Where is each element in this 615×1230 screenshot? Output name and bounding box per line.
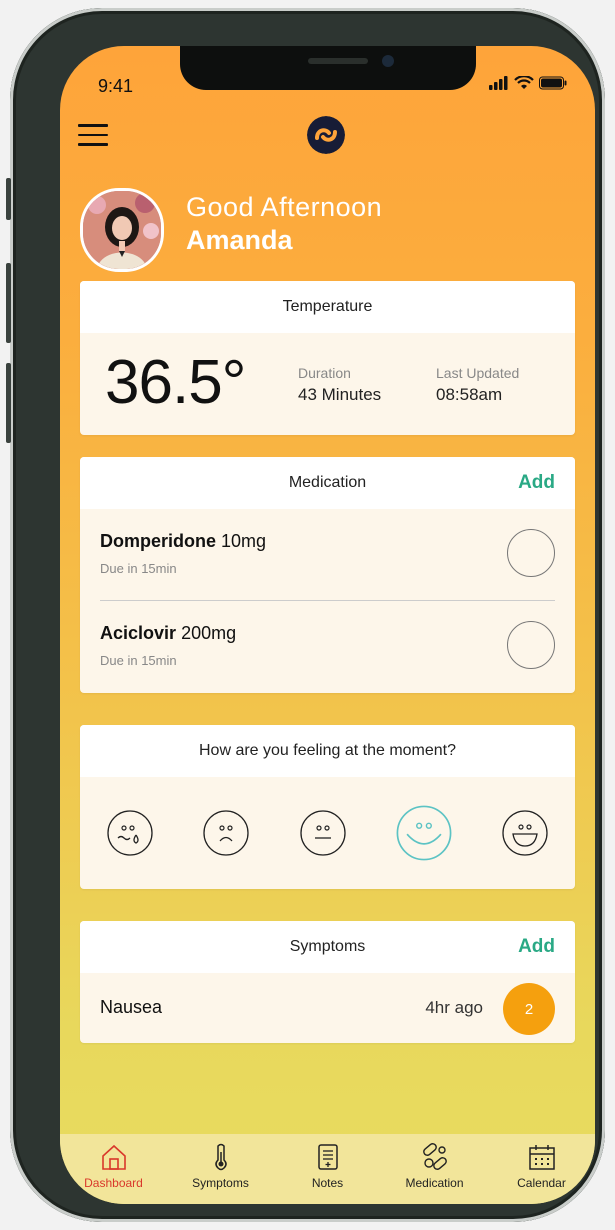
- mute-switch: [6, 178, 11, 220]
- laughing-face-icon[interactable]: [501, 809, 549, 857]
- medication-card: Medication Add Domperidone 10mg Due in 1…: [80, 457, 575, 693]
- medication-item[interactable]: Domperidone 10mg Due in 15min: [80, 509, 575, 601]
- medication-dose: 200mg: [181, 623, 237, 643]
- volume-up-button: [6, 263, 11, 343]
- last-updated-label: Last Updated: [436, 365, 520, 381]
- tab-notes[interactable]: Notes: [283, 1142, 373, 1190]
- symptom-time: 4hr ago: [425, 998, 483, 1017]
- avatar[interactable]: [80, 188, 164, 272]
- notch: [180, 46, 476, 90]
- pills-icon: [422, 1143, 447, 1170]
- symptoms-card-header: Symptoms Add: [80, 921, 575, 973]
- tab-calendar[interactable]: Calendar: [497, 1142, 587, 1190]
- tab-dashboard[interactable]: Dashboard: [69, 1142, 159, 1190]
- status-time: 9:41: [98, 76, 134, 96]
- app-screen: 9:41 Good Afternoon Amanda Temperature 3…: [60, 46, 595, 1204]
- menu-icon[interactable]: [78, 124, 108, 146]
- feeling-card-header: How are you feeling at the moment?: [80, 725, 575, 777]
- medication-title: Medication: [288, 474, 367, 491]
- front-camera: [382, 55, 394, 67]
- status-icons: [489, 76, 567, 90]
- medication-due: Due in 15min: [100, 561, 177, 576]
- smile-face-icon[interactable]: [395, 804, 453, 862]
- medication-name: Domperidone 10mg: [100, 531, 266, 552]
- greeting: Good Afternoon Amanda: [186, 192, 382, 256]
- duration-label: Duration: [298, 365, 351, 381]
- medication-dose: 10mg: [221, 531, 267, 551]
- medication-name: Aciclovir 200mg: [100, 623, 236, 644]
- tab-label: Symptoms: [192, 1176, 249, 1190]
- temperature-card-header: Temperature: [80, 281, 575, 333]
- medication-due: Due in 15min: [100, 653, 177, 668]
- temperature-title: Temperature: [282, 298, 373, 315]
- home-icon: [101, 1144, 126, 1170]
- medication-drug: Aciclovir: [100, 623, 177, 643]
- last-updated-meta: Last Updated 08:58am: [436, 365, 519, 405]
- notes-icon: [317, 1144, 338, 1170]
- medication-taken-checkbox[interactable]: [507, 529, 555, 577]
- add-medication-button[interactable]: Add: [518, 472, 555, 494]
- battery-icon: [539, 76, 567, 90]
- app-logo-icon: [307, 116, 345, 154]
- last-updated-value: 08:58am: [436, 385, 503, 404]
- crying-face-icon[interactable]: [106, 809, 154, 857]
- tab-label: Notes: [311, 1176, 344, 1190]
- feeling-card: How are you feeling at the moment?: [80, 725, 575, 889]
- speaker: [308, 58, 368, 64]
- user-name: Amanda: [186, 225, 293, 255]
- greeting-line: Good Afternoon: [186, 192, 383, 222]
- volume-down-button: [6, 363, 11, 443]
- symptom-count-badge: 2: [503, 983, 555, 1035]
- tab-medication[interactable]: Medication: [390, 1142, 480, 1190]
- medication-taken-checkbox[interactable]: [507, 621, 555, 669]
- calendar-icon: [528, 1145, 555, 1170]
- mood-selector: [80, 777, 575, 889]
- symptom-name: Nausea: [100, 997, 163, 1017]
- medication-item[interactable]: Aciclovir 200mg Due in 15min: [80, 601, 575, 693]
- profile-photo: [83, 191, 161, 269]
- symptoms-title: Symptoms: [289, 938, 366, 955]
- signal-icon: [489, 76, 508, 90]
- medication-card-header: Medication Add: [80, 457, 575, 509]
- neutral-face-icon[interactable]: [299, 809, 347, 857]
- temperature-body: 36.5° Duration 43 Minutes Last Updated 0…: [80, 333, 575, 435]
- tab-bar: Dashboard Symptoms Notes Medication Cale…: [60, 1134, 595, 1204]
- medication-drug: Domperidone: [100, 531, 217, 551]
- wifi-icon: [514, 76, 534, 89]
- sad-face-icon[interactable]: [202, 809, 250, 857]
- tab-label: Dashboard: [84, 1176, 143, 1190]
- duration-meta: Duration 43 Minutes: [298, 365, 381, 405]
- thermometer-icon: [214, 1143, 227, 1171]
- tab-symptoms[interactable]: Symptoms: [176, 1142, 266, 1190]
- temperature-card[interactable]: Temperature 36.5° Duration 43 Minutes La…: [80, 281, 575, 435]
- symptom-item[interactable]: Nausea 4hr ago 2: [80, 973, 575, 1043]
- temperature-value: 36.5°: [105, 348, 246, 417]
- symptoms-card: Symptoms Add Nausea 4hr ago 2: [80, 921, 575, 1043]
- tab-label: Medication: [405, 1176, 464, 1190]
- feeling-question: How are you feeling at the moment?: [198, 742, 457, 759]
- tab-label: Calendar: [517, 1176, 566, 1190]
- duration-value: 43 Minutes: [298, 385, 382, 404]
- add-symptom-button[interactable]: Add: [518, 936, 555, 958]
